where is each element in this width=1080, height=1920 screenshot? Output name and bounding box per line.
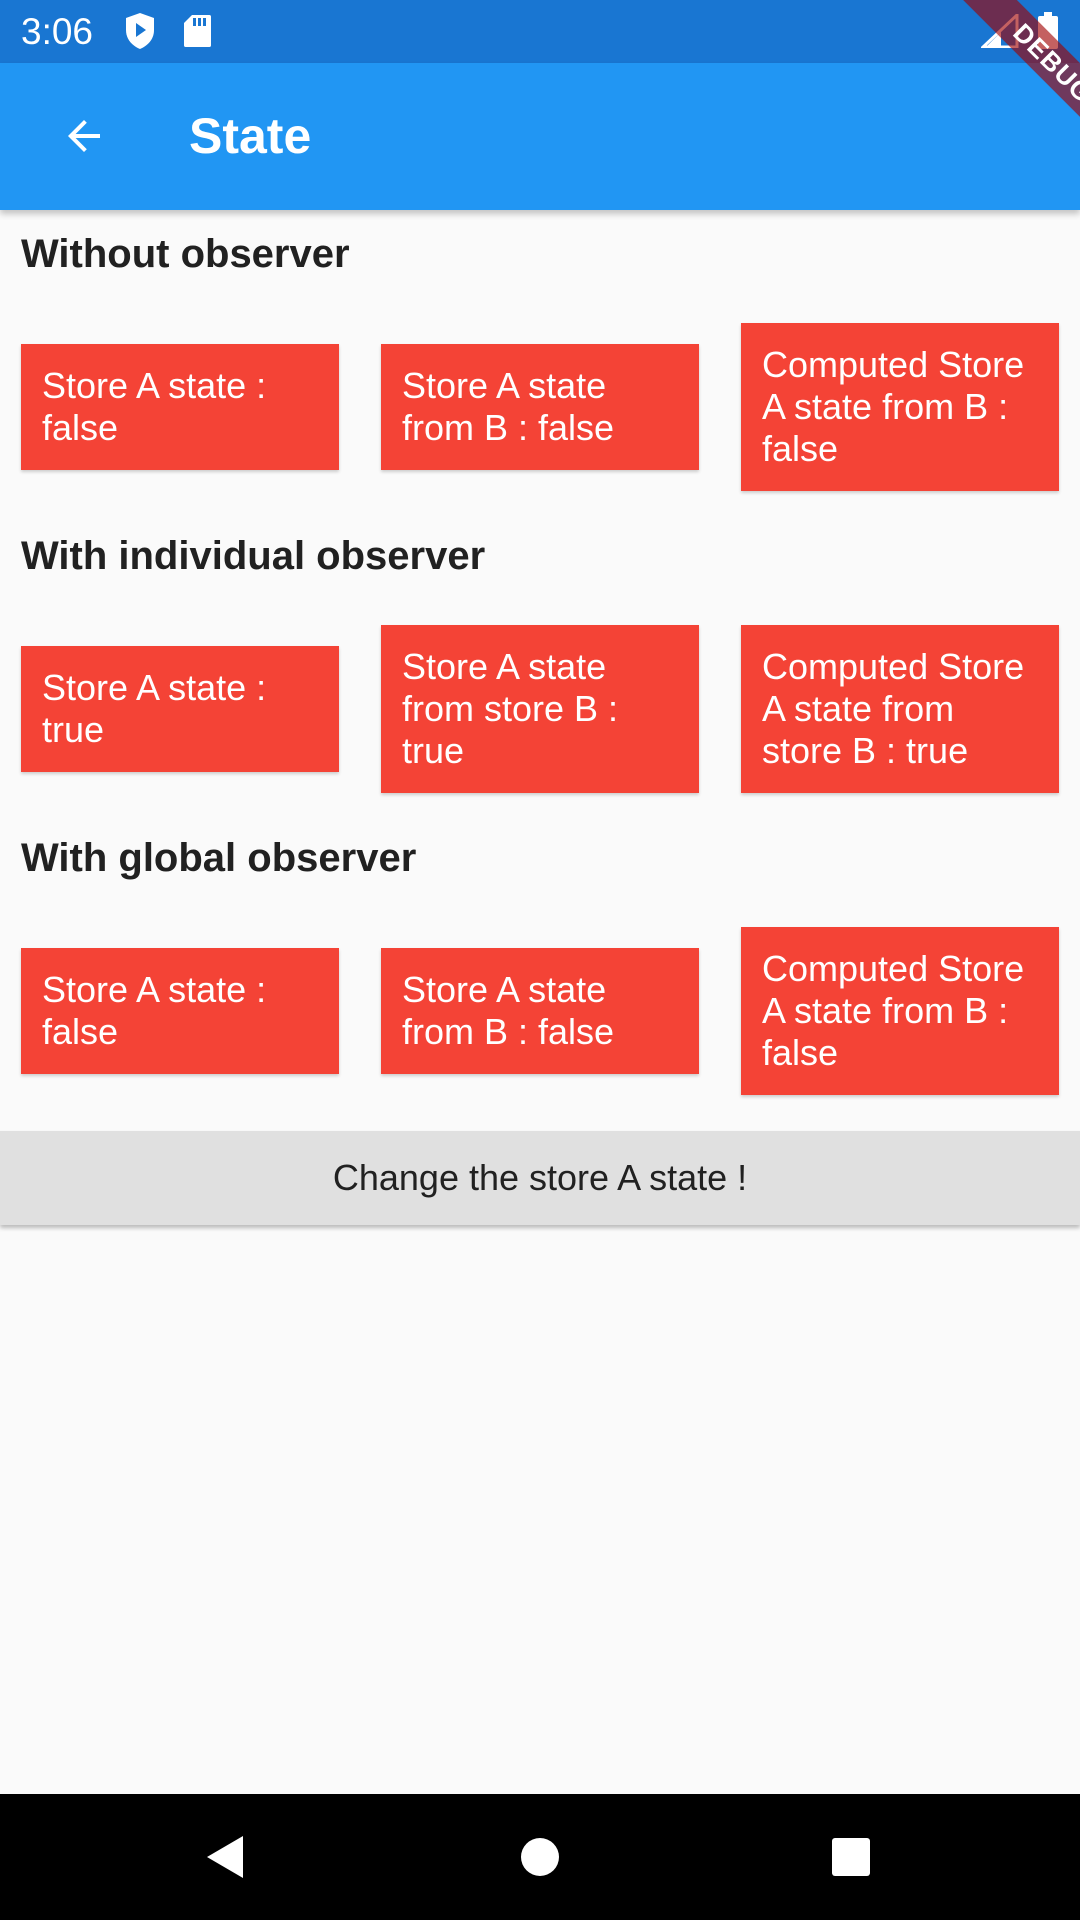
nav-home-button[interactable] [497, 1814, 583, 1900]
status-time: 3:06 [21, 11, 94, 52]
status-bar: 3:06 [0, 0, 1080, 63]
store-a-state-box: Store A state : true [21, 646, 339, 772]
computed-store-a-state-box: Computed Store A state from store B : tr… [741, 625, 1059, 793]
nav-back-button[interactable] [182, 1814, 268, 1900]
home-circle-icon [521, 1838, 559, 1876]
store-a-state-from-b-box: Store A state from B : false [381, 344, 699, 470]
signal-icon [981, 14, 1019, 48]
section-title-global-observer: With global observer [21, 836, 417, 880]
store-a-state-from-b-box: Store A state from B : false [381, 948, 699, 1074]
computed-store-a-state-box: Computed Store A state from B : false [741, 927, 1059, 1095]
recents-square-icon [832, 1838, 870, 1876]
computed-store-a-state-box: Computed Store A state from B : false [741, 323, 1059, 491]
app-bar: State [0, 63, 1080, 210]
change-store-a-state-label: Change the store A state ! [332, 1157, 748, 1198]
section-title-without-observer: Without observer [21, 232, 350, 276]
change-store-a-state-button[interactable]: Change the store A state ! [0, 1131, 1080, 1225]
page-title: State [189, 108, 312, 164]
store-a-state-box: Store A state : false [21, 344, 339, 470]
battery-icon [1038, 12, 1058, 49]
nav-recents-button[interactable] [808, 1814, 894, 1900]
store-a-state-box: Store A state : false [21, 948, 339, 1074]
store-a-state-from-b-box: Store A state from store B : true [381, 625, 699, 793]
sd-card-icon [184, 15, 211, 47]
back-triangle-icon [207, 1836, 243, 1878]
back-button[interactable] [34, 86, 134, 186]
shield-play-icon [126, 13, 154, 49]
section-title-individual-observer: With individual observer [21, 534, 486, 578]
arrow-left-icon [68, 120, 100, 152]
navigation-bar [0, 1794, 1080, 1920]
